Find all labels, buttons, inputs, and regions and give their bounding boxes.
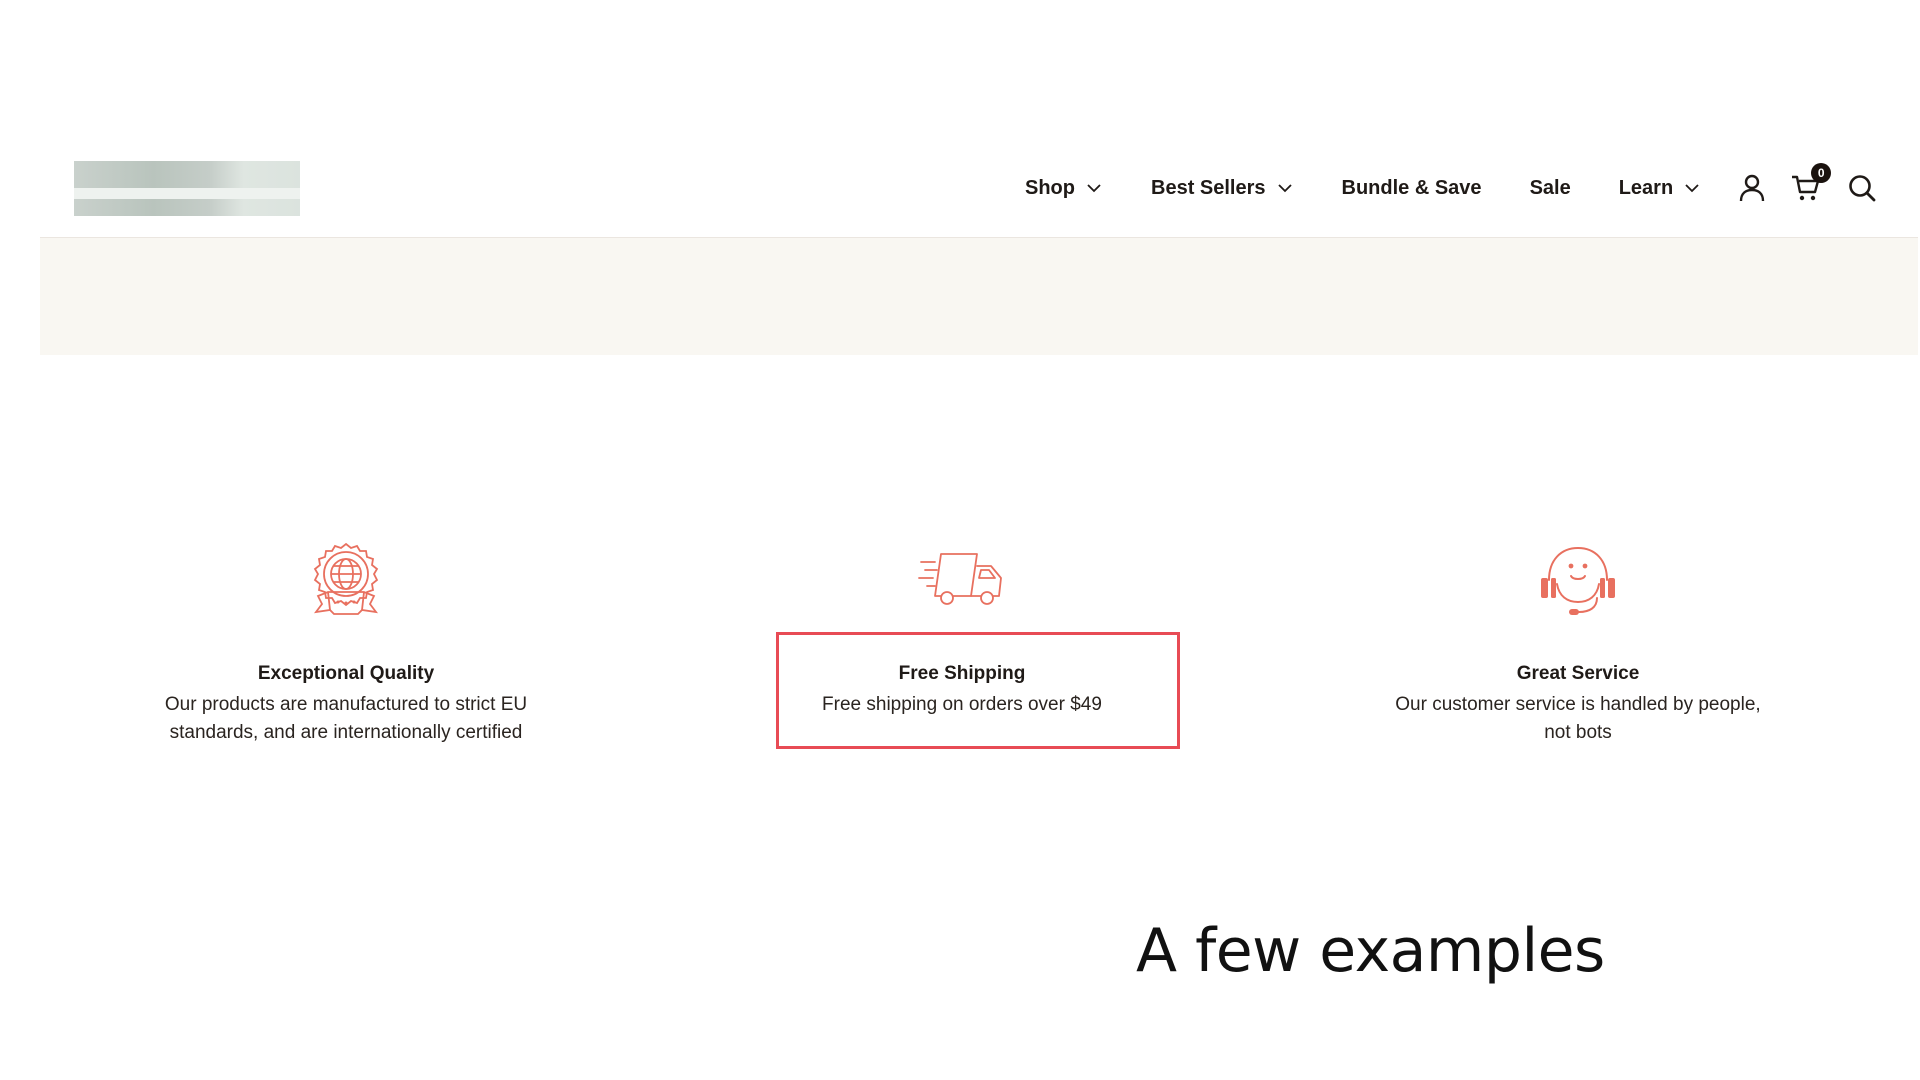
logo-blurred-gap [74,188,300,199]
chevron-down-icon [1277,184,1292,193]
nav-item-label: Sale [1529,176,1571,199]
chevron-down-icon [1685,184,1699,193]
site-header: Shop Best Sellers Bundle & Save Sale Lea… [40,120,1918,238]
cart-count-badge: 0 [1811,163,1832,183]
feature-description: Our customer service is handled by peopl… [1338,691,1818,747]
brand-logo[interactable] [74,161,300,216]
announcement-band [40,238,1918,355]
delivery-truck-icon [918,553,1002,605]
feature-free-shipping: Free Shipping Free shipping on orders ov… [722,540,1202,715]
logo-blurred-top [74,161,300,188]
feature-description-line: Our products are manufactured to strict … [164,694,528,715]
user-icon [1739,174,1765,202]
feature-description-line: standards, and are internationally certi… [169,722,523,743]
quality-badge-icon [313,542,379,615]
chevron-down-icon [1087,184,1101,193]
nav-item-label: Bundle & Save [1341,176,1482,199]
feature-title: Great Service [1516,663,1640,684]
feature-description-line: not bots [1544,722,1612,743]
nav-item-label: Shop [1025,176,1075,199]
account-button[interactable] [1735,171,1769,205]
nav-item-best-sellers[interactable]: Best Sellers [1151,177,1294,200]
nav-item-bundle-save[interactable]: Bundle & Save [1342,177,1482,200]
nav-item-label: Learn [1618,176,1674,199]
logo-blurred-bottom [74,199,300,216]
highlight-box [776,632,1180,749]
feature-great-service: Great Service Our customer service is ha… [1338,540,1818,743]
nav-item-learn[interactable]: Learn [1619,177,1701,200]
nav-item-sale[interactable]: Sale [1530,177,1571,200]
feature-description-line: Our customer service is handled by peopl… [1395,694,1761,715]
feature-description: Our products are manufactured to strict … [106,691,586,747]
feature-exceptional-quality: Exceptional Quality Our products are man… [106,540,586,743]
nav-item-label: Best Sellers [1151,176,1266,199]
search-icon [1849,175,1876,202]
nav-item-shop[interactable]: Shop [1025,177,1103,200]
slide-caption: A few examples [1136,916,1605,986]
main-nav: Shop Best Sellers Bundle & Save Sale Lea… [1025,163,1879,208]
feature-title: Exceptional Quality [257,663,435,684]
cart-button[interactable]: 0 [1789,163,1832,205]
search-button[interactable] [1845,171,1879,205]
customer-service-headset-icon [1541,546,1615,615]
